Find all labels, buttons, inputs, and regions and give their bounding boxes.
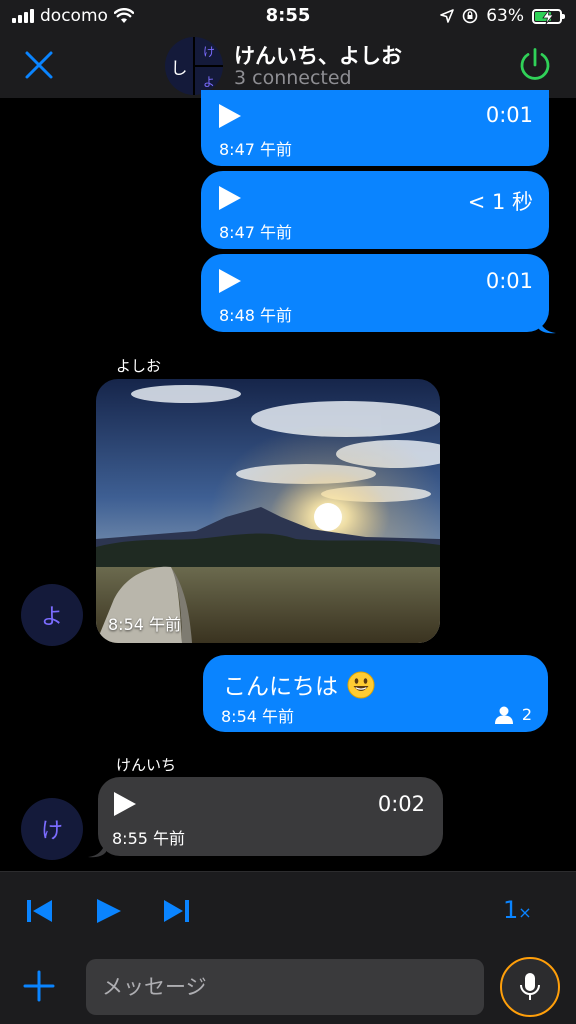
bubble-tail <box>88 840 106 858</box>
sender-avatar[interactable]: け <box>21 798 83 860</box>
bubble-tail <box>538 316 556 334</box>
status-right: 63% <box>440 6 565 26</box>
chat-header: し け よ けんいち、よしお 3 connected <box>0 32 576 98</box>
avatar-initial: け <box>202 44 215 59</box>
message-input[interactable] <box>86 959 484 1015</box>
sender-name: よしお <box>116 357 162 375</box>
text-message[interactable]: こんにちは 8:54 午前 2 <box>203 655 548 732</box>
voice-duration: 0:01 <box>485 103 533 127</box>
compose-bar <box>0 949 576 1024</box>
group-avatar[interactable]: し け よ <box>165 37 223 95</box>
chat-title[interactable]: けんいち、よしお <box>234 40 402 70</box>
play-icon[interactable] <box>114 792 136 816</box>
close-icon[interactable] <box>22 48 56 82</box>
play-icon[interactable] <box>219 269 241 293</box>
sunrise-mountain-photo <box>96 379 440 643</box>
voice-message[interactable]: < 1 秒 8:47 午前 <box>201 171 549 249</box>
orientation-lock-icon <box>462 8 478 24</box>
sender-name: けんいち <box>116 756 177 774</box>
status-bar: docomo 8:55 63% <box>0 0 576 32</box>
read-receipt: 2 <box>494 705 532 724</box>
person-icon <box>494 706 513 724</box>
skip-previous-icon[interactable] <box>24 896 56 926</box>
battery-icon <box>532 8 565 24</box>
message-time: 8:48 午前 <box>219 306 293 325</box>
voice-duration: 0:02 <box>377 792 425 816</box>
message-time: 8:54 午前 <box>108 615 182 634</box>
voice-message[interactable]: 0:02 8:55 午前 <box>98 777 443 856</box>
message-text: こんにちは <box>223 667 375 701</box>
playback-speed-button[interactable]: 1× <box>503 896 532 924</box>
smiley-emoji-icon <box>347 671 375 699</box>
power-icon[interactable] <box>516 46 554 84</box>
photo-message[interactable]: 8:54 午前 <box>96 379 440 643</box>
read-count: 2 <box>521 705 532 724</box>
voice-duration: < 1 秒 <box>467 190 533 214</box>
voice-message[interactable]: 0:01 8:47 午前 <box>201 90 549 166</box>
location-arrow-icon <box>440 9 455 23</box>
message-text-content: こんにちは <box>223 674 338 700</box>
avatar-initial: し <box>170 58 188 79</box>
message-time: 8:47 午前 <box>219 223 293 242</box>
message-time: 8:54 午前 <box>221 707 295 726</box>
sender-avatar[interactable]: よ <box>21 584 83 646</box>
play-icon[interactable] <box>219 186 241 210</box>
battery-percent: 63% <box>486 6 524 26</box>
connection-status: 3 connected <box>234 67 352 89</box>
message-time: 8:55 午前 <box>112 829 186 848</box>
speed-suffix: × <box>518 903 532 922</box>
skip-next-icon[interactable] <box>160 896 192 926</box>
audio-player-bar: 1× <box>0 871 576 949</box>
message-time: 8:47 午前 <box>219 140 293 159</box>
play-icon[interactable] <box>93 896 125 926</box>
plus-icon[interactable] <box>22 969 56 1003</box>
speed-value: 1 <box>503 896 519 924</box>
microphone-button[interactable] <box>500 957 560 1017</box>
play-icon[interactable] <box>219 104 241 128</box>
microphone-icon <box>520 973 540 1000</box>
voice-duration: 0:01 <box>485 269 533 293</box>
voice-message[interactable]: 0:01 8:48 午前 <box>201 254 549 332</box>
